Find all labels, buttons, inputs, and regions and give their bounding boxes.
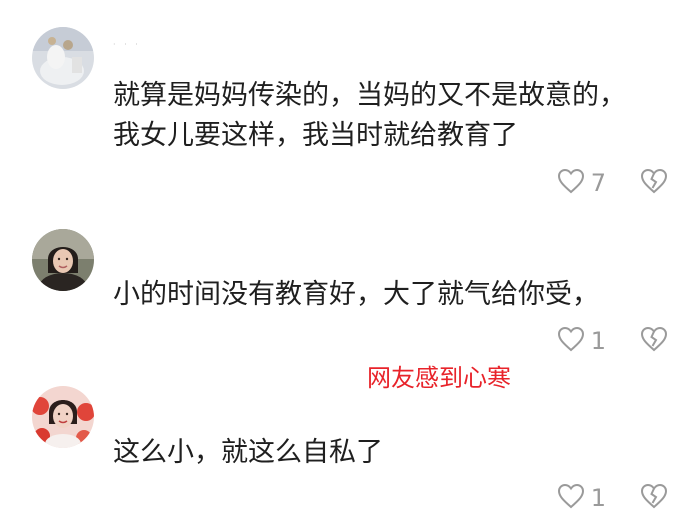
- comment-text: 小的时间没有教育好，大了就气给你受，: [113, 275, 670, 315]
- comment-line: 就算是妈妈传染的，当妈的又不是故意的，: [113, 80, 626, 111]
- overlay-caption: 网友感到心寒: [367, 364, 511, 392]
- broken-heart-icon: [640, 483, 668, 513]
- broken-heart-icon: [640, 168, 668, 198]
- broken-heart-icon: [640, 326, 668, 356]
- like-button[interactable]: 1: [557, 483, 606, 513]
- avatar[interactable]: [32, 27, 94, 89]
- comment-line: 小的时间没有教育好，大了就气给你受，: [113, 279, 599, 310]
- dislike-button[interactable]: [640, 168, 668, 198]
- heart-outline-icon: [557, 483, 585, 513]
- like-button[interactable]: 7: [557, 168, 606, 198]
- avatar[interactable]: [32, 386, 94, 448]
- comment-line: 我女儿要这样，我当时就给教育了: [113, 120, 518, 151]
- like-count: 1: [590, 327, 606, 355]
- comment-actions: 7: [557, 168, 668, 198]
- heart-outline-icon: [557, 326, 585, 356]
- comment-line: 这么小，就这么自私了: [113, 437, 383, 468]
- dislike-button[interactable]: [640, 326, 668, 356]
- comment-actions: 1: [557, 483, 668, 513]
- comment-text: 这么小，就这么自私了: [113, 433, 670, 473]
- like-count: 1: [590, 484, 606, 512]
- avatar[interactable]: [32, 229, 94, 291]
- like-button[interactable]: 1: [557, 326, 606, 356]
- heart-outline-icon: [557, 168, 585, 198]
- username-placeholder: · · ·: [113, 40, 141, 49]
- dislike-button[interactable]: [640, 483, 668, 513]
- comment-text: 就算是妈妈传染的，当妈的又不是故意的， 我女儿要这样，我当时就给教育了: [113, 76, 670, 156]
- like-count: 7: [590, 169, 606, 197]
- comment-actions: 1: [557, 326, 668, 356]
